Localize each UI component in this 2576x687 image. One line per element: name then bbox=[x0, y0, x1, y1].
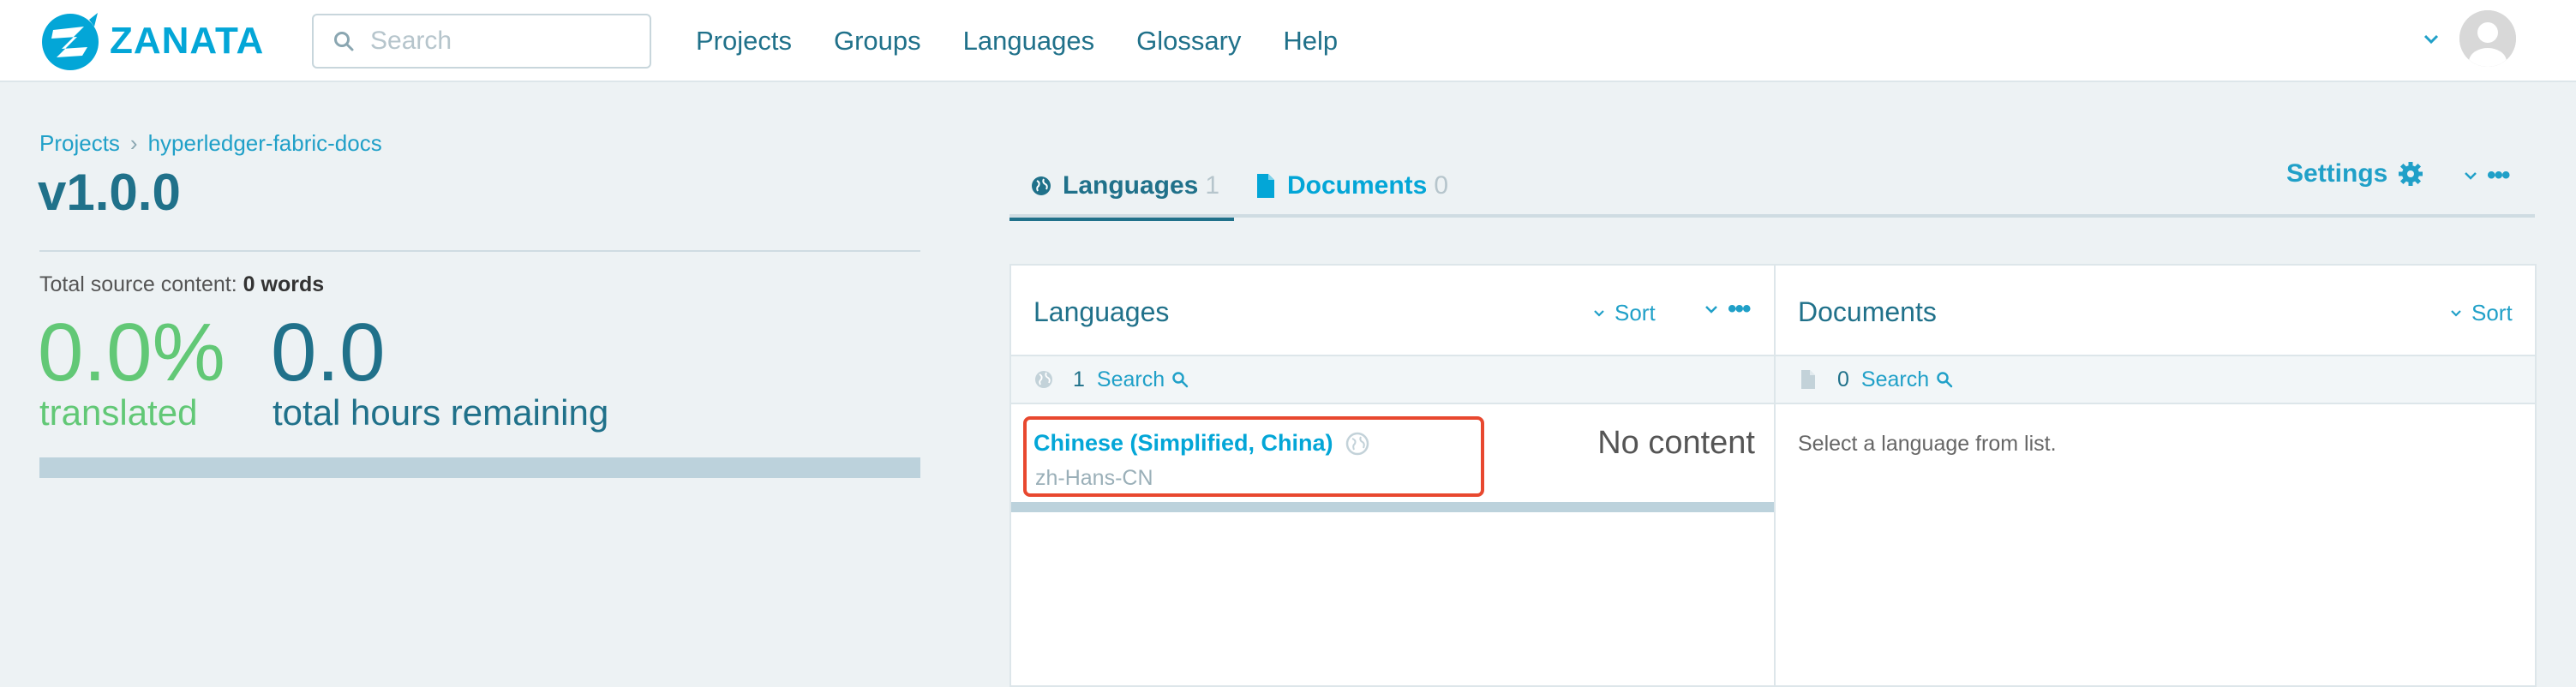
language-progress-bar bbox=[1011, 502, 1774, 512]
tab-languages-label: Languages bbox=[1063, 171, 1199, 200]
nav-link-projects[interactable]: Projects bbox=[696, 24, 792, 58]
documents-search-button[interactable]: Search bbox=[1861, 367, 1953, 392]
chevron-down-icon[interactable] bbox=[2422, 29, 2441, 48]
languages-panel-title: Languages bbox=[1033, 296, 1170, 327]
languages-search-button[interactable]: Search bbox=[1097, 367, 1189, 392]
documents-search-label: Search bbox=[1860, 367, 1930, 391]
breadcrumb-separator: › bbox=[129, 130, 138, 156]
languages-search-label: Search bbox=[1096, 367, 1165, 391]
documents-empty-hint: Select a language from list. bbox=[1798, 432, 2057, 456]
gear-icon bbox=[2399, 162, 2423, 186]
total-source-content: Total source content: 0 words bbox=[39, 272, 324, 297]
languages-sort-label: Sort bbox=[1614, 300, 1656, 326]
brand-logo[interactable]: ZANATA bbox=[38, 7, 264, 75]
percent-translated-value: 0.0% bbox=[38, 307, 225, 398]
documents-filter-bar: 0 Search bbox=[1776, 356, 2535, 404]
total-source-value: 0 words bbox=[243, 272, 325, 296]
divider bbox=[39, 250, 920, 252]
breadcrumb-projects[interactable]: Projects bbox=[39, 130, 120, 157]
document-icon bbox=[1257, 174, 1274, 198]
languages-count: 1 bbox=[1073, 367, 1085, 391]
languages-sort-button[interactable]: Sort bbox=[1592, 300, 1656, 326]
documents-panel-title: Documents bbox=[1798, 296, 1937, 327]
tab-languages-count: 1 bbox=[1205, 171, 1220, 200]
search-icon bbox=[1937, 372, 1953, 388]
avatar-icon bbox=[2459, 10, 2516, 67]
avatar[interactable] bbox=[2459, 10, 2516, 67]
search-icon bbox=[1172, 372, 1189, 388]
page-title: v1.0.0 bbox=[38, 164, 181, 221]
search-icon bbox=[334, 32, 354, 51]
documents-sort-button[interactable]: Sort bbox=[2449, 300, 2513, 326]
nav-link-glossary[interactable]: Glossary bbox=[1136, 24, 1241, 58]
hours-remaining-value: 0.0 bbox=[271, 307, 386, 398]
documents-count: 0 bbox=[1837, 367, 1849, 391]
globe-icon bbox=[1035, 371, 1052, 388]
globe-icon bbox=[1032, 176, 1051, 195]
breadcrumb: Projects › hyperledger-fabric-docs bbox=[39, 130, 382, 157]
chevron-down-icon bbox=[1705, 306, 1717, 314]
tab-documents-label: Documents bbox=[1287, 171, 1428, 200]
total-source-label: Total source content: bbox=[39, 272, 237, 296]
zanata-logo-icon bbox=[42, 13, 99, 70]
settings-label: Settings bbox=[2286, 159, 2388, 188]
nav-link-groups[interactable]: Groups bbox=[834, 24, 921, 58]
language-status: No content bbox=[1597, 425, 1755, 461]
search-box[interactable] bbox=[312, 14, 651, 69]
chevron-down-icon bbox=[2465, 172, 2477, 180]
hours-remaining-label: total hours remaining bbox=[273, 392, 609, 433]
chevron-down-icon bbox=[2451, 309, 2461, 317]
languages-panel: Languages Sort ••• 1 Search Chinese (Sim… bbox=[1009, 264, 1776, 687]
nav-link-languages[interactable]: Languages bbox=[963, 24, 1094, 58]
user-menu[interactable] bbox=[2422, 10, 2516, 67]
more-icon: ••• bbox=[1728, 295, 1751, 323]
version-progress-bar bbox=[39, 457, 920, 478]
highlight-box bbox=[1023, 416, 1484, 497]
languages-panel-header: Languages Sort ••• bbox=[1011, 266, 1774, 356]
more-icon: ••• bbox=[2487, 161, 2510, 189]
nav-link-help[interactable]: Help bbox=[1283, 24, 1338, 58]
chevron-down-icon bbox=[1594, 309, 1604, 317]
translated-label: translated bbox=[39, 392, 198, 433]
breadcrumb-project[interactable]: hyperledger-fabric-docs bbox=[148, 130, 382, 157]
document-icon bbox=[1801, 370, 1815, 389]
version-more-menu[interactable]: ••• bbox=[2463, 161, 2510, 189]
documents-panel-header: Documents Sort bbox=[1776, 266, 2535, 356]
main-nav: Projects Groups Languages Glossary Help bbox=[696, 24, 1380, 58]
tab-languages[interactable]: Languages 1 bbox=[1009, 154, 1234, 221]
settings-button[interactable]: Settings bbox=[2286, 159, 2423, 188]
search-input[interactable] bbox=[370, 27, 644, 56]
tab-documents[interactable]: Documents 0 bbox=[1255, 154, 1448, 218]
brand-name: ZANATA bbox=[110, 20, 265, 62]
documents-sort-label: Sort bbox=[2471, 300, 2513, 326]
tab-documents-count: 0 bbox=[1434, 171, 1449, 200]
languages-more-menu[interactable]: ••• bbox=[1704, 295, 1751, 323]
top-navbar: ZANATA Projects Groups Languages Glossar… bbox=[0, 0, 2576, 82]
documents-panel: Documents Sort 0 Search Select a languag… bbox=[1774, 264, 2537, 687]
languages-filter-bar: 1 Search bbox=[1011, 356, 1774, 404]
